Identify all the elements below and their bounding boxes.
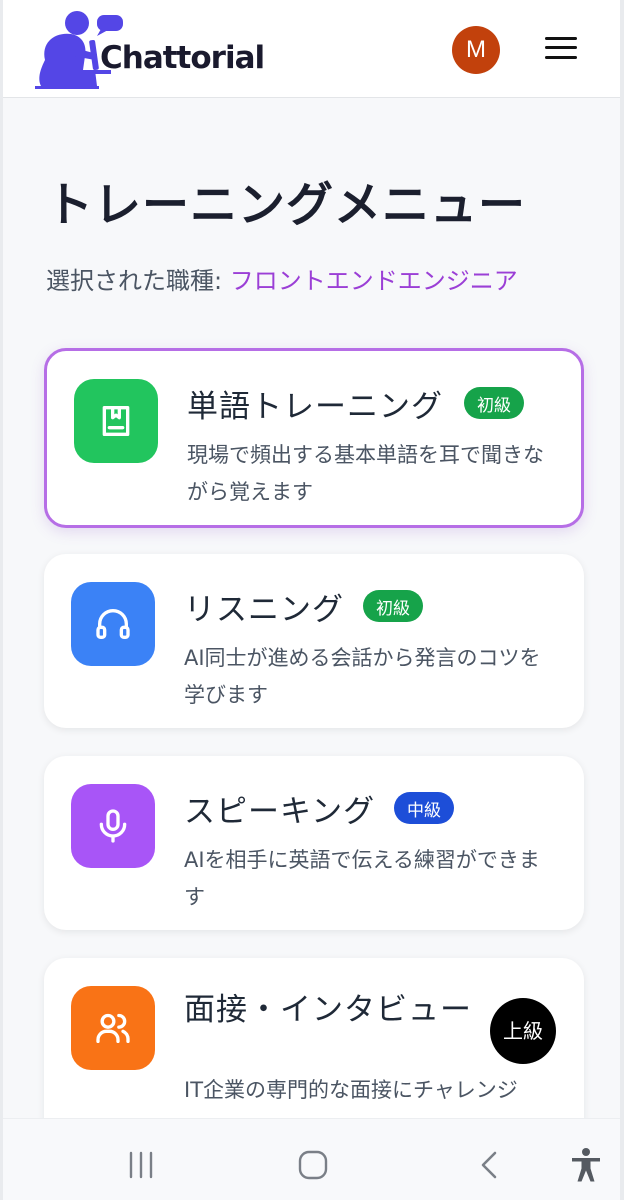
- card-title: リスニング: [184, 592, 344, 628]
- card-description: AIを相手に英語で伝える練習ができます: [184, 848, 540, 909]
- recent-apps-icon[interactable]: [121, 1145, 161, 1185]
- level-badge: 上級: [490, 998, 556, 1064]
- card-title: スピーキング: [184, 794, 376, 830]
- level-badge: 初級: [464, 387, 524, 419]
- card-title: 面接・インタビュー: [184, 992, 472, 1028]
- selected-job-value[interactable]: フロントエンドエンジニア: [230, 267, 518, 295]
- avatar[interactable]: M: [452, 26, 500, 74]
- selected-job-label: 選択された職種:: [46, 267, 230, 295]
- selected-job: 選択された職種: フロントエンドエンジニア: [46, 261, 518, 296]
- card-description: IT企業の専門的な面接にチャレンジ: [184, 1078, 518, 1102]
- app-frame: Chattorial M トレーニングメニュー 選択された職種: フロントエンド…: [3, 0, 620, 1200]
- book-icon: [74, 379, 158, 463]
- hamburger-menu-icon[interactable]: [543, 33, 579, 63]
- training-card-vocabulary[interactable]: 単語トレーニング 初級 現場で頻出する基本単語を耳で聞きながら覚えます: [44, 348, 584, 528]
- back-icon[interactable]: [469, 1145, 509, 1185]
- training-card-speaking[interactable]: スピーキング 中級 AIを相手に英語で伝える練習ができます: [44, 756, 584, 930]
- system-nav-bar: [3, 1118, 620, 1200]
- headphones-icon: [71, 582, 155, 666]
- level-badge: 中級: [394, 792, 454, 824]
- training-card-listening[interactable]: リスニング 初級 AI同士が進める会話から発言のコツを学びます: [44, 554, 584, 728]
- app-logo-text: Chattorial: [100, 40, 265, 76]
- users-icon: [71, 986, 155, 1070]
- card-title: 単語トレーニング: [187, 389, 443, 425]
- level-badge: 初級: [363, 590, 423, 622]
- app-header: Chattorial M: [3, 0, 620, 98]
- home-icon[interactable]: [293, 1145, 333, 1185]
- accessibility-icon[interactable]: [566, 1145, 606, 1185]
- page-title: トレーニングメニュー: [46, 178, 526, 233]
- microphone-icon: [71, 784, 155, 868]
- card-description: 現場で頻出する基本単語を耳で聞きながら覚えます: [187, 443, 544, 504]
- card-description: AI同士が進める会話から発言のコツを学びます: [184, 646, 541, 707]
